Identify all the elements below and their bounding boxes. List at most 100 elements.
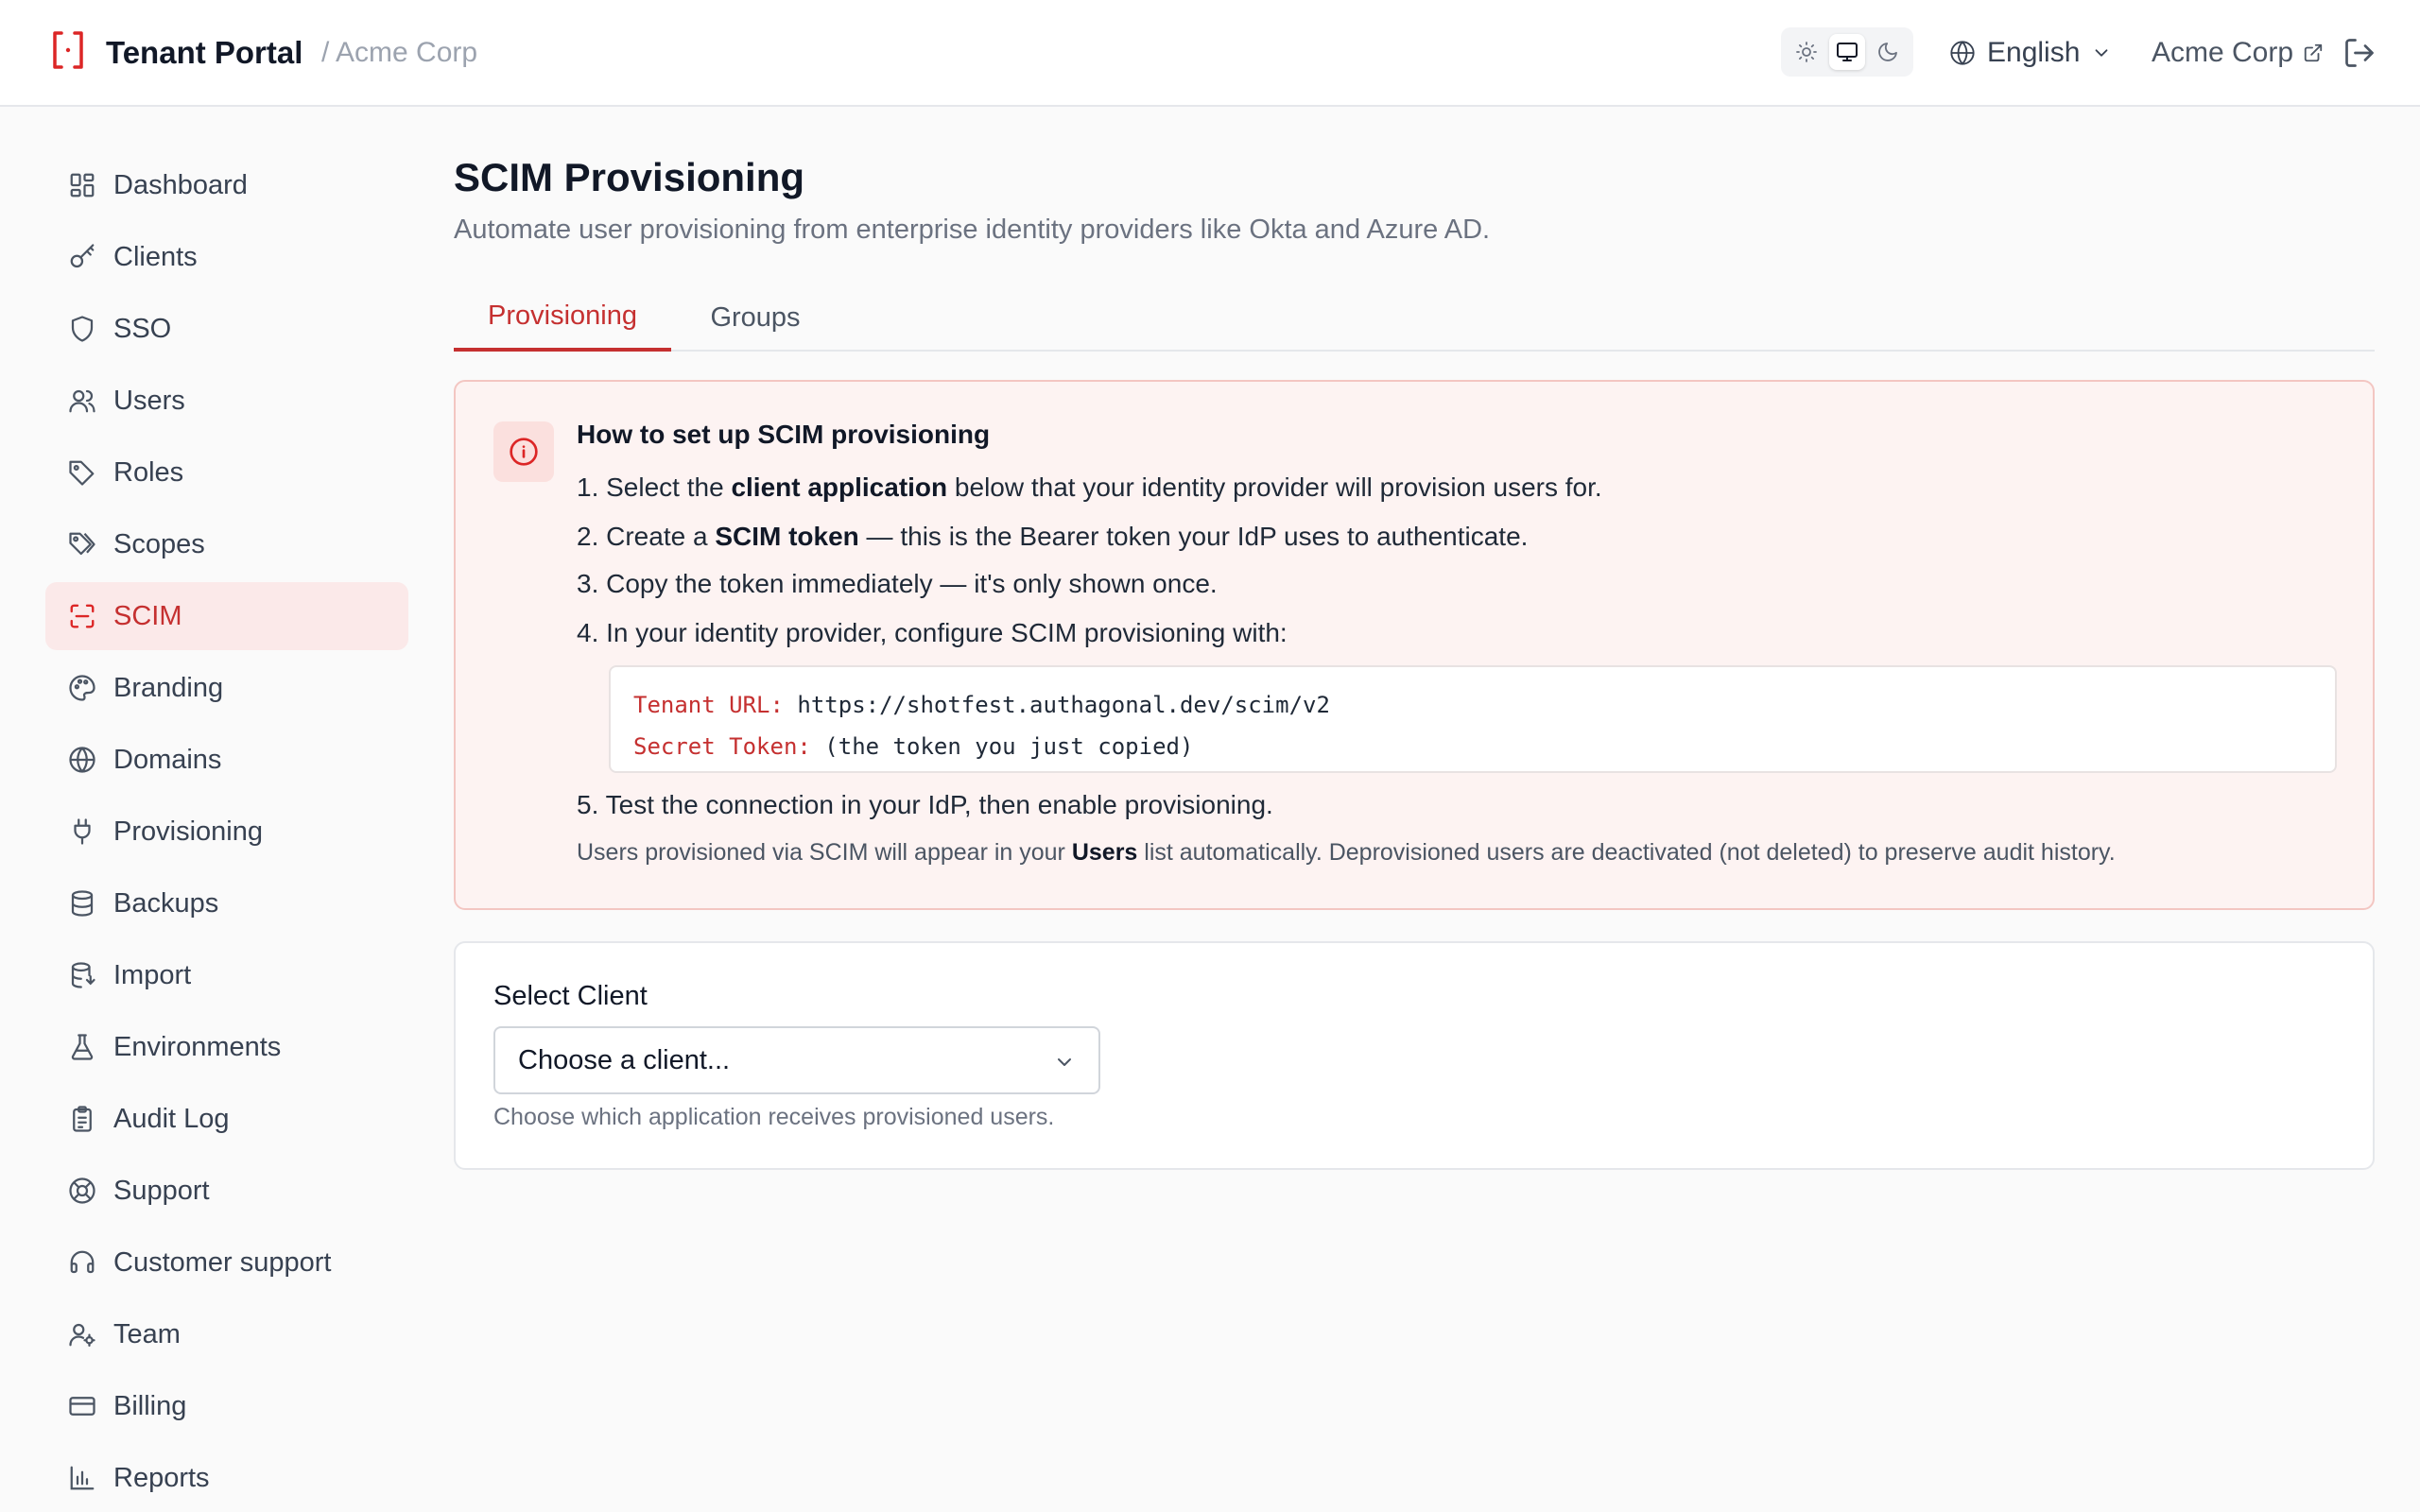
- setup-step-5: 5. Test the connection in your IdP, then…: [577, 790, 1273, 819]
- sidebar-item-domains[interactable]: Domains: [45, 726, 408, 794]
- theme-light-button[interactable]: [1789, 34, 1824, 70]
- page-title: SCIM Provisioning: [454, 155, 805, 199]
- select-client-label: Select Client: [493, 981, 648, 1011]
- sidebar-item-support[interactable]: Support: [45, 1157, 408, 1225]
- scim-setup-info-card: How to set up SCIM provisioning 1. Selec…: [454, 380, 2375, 910]
- language-label: English: [1987, 37, 2081, 68]
- sidebar-item-label: Provisioning: [113, 816, 263, 847]
- tab-groups[interactable]: Groups: [671, 284, 839, 352]
- code-line-secret-token: Secret Token: (the token you just copied…: [633, 726, 2312, 767]
- theme-dark-button[interactable]: [1870, 34, 1906, 70]
- sidebar-item-import[interactable]: Import: [45, 941, 408, 1009]
- step-1-prefix: 1. Select the: [577, 472, 732, 502]
- sidebar-item-billing[interactable]: Billing: [45, 1372, 408, 1440]
- sidebar-item-audit-log[interactable]: Audit Log: [45, 1085, 408, 1153]
- step-1-bold: client application: [731, 472, 948, 502]
- sidebar-item-label: Billing: [113, 1390, 187, 1421]
- page-subtitle: Automate user provisioning from enterpri…: [454, 215, 1491, 245]
- sidebar-nav: Dashboard Clients SSO Users Roles Scopes…: [45, 151, 408, 1512]
- sidebar-item-label: Import: [113, 959, 192, 990]
- code-value-tenant-url[interactable]: https://shotfest.authagonal.dev/scim/v2: [797, 692, 1330, 718]
- sidebar-item-scim[interactable]: SCIM: [45, 582, 408, 650]
- chevron-down-icon: [1058, 1058, 1071, 1066]
- sidebar-item-provisioning[interactable]: Provisioning: [45, 798, 408, 866]
- logout-button[interactable]: [2342, 36, 2377, 70]
- brand-logo-wrap[interactable]: [51, 30, 85, 70]
- sidebar-item-sso[interactable]: SSO: [45, 295, 408, 363]
- flask-icon: [71, 1034, 94, 1060]
- sidebar-item-label: Team: [113, 1318, 181, 1349]
- sidebar-item-label: Customer support: [113, 1246, 332, 1278]
- sidebar-item-users[interactable]: Users: [45, 367, 408, 435]
- logout-icon: [2345, 39, 2374, 67]
- sidebar-item-team[interactable]: Team: [45, 1300, 408, 1368]
- sidebar-item-label: Scopes: [113, 528, 205, 559]
- sidebar-item-reports[interactable]: Reports: [45, 1444, 408, 1512]
- setup-step-1: 1. Select the client application below t…: [577, 472, 1602, 503]
- step-2-prefix: 2. Create a: [577, 522, 716, 551]
- sidebar-item-customer-support[interactable]: Customer support: [45, 1228, 408, 1297]
- database-import-icon: [71, 962, 95, 988]
- sun-icon: [1796, 42, 1818, 62]
- key-icon: [70, 244, 95, 268]
- brand-logo-icon: [53, 31, 83, 69]
- credit-card-icon: [69, 1397, 95, 1416]
- note-suffix: list automatically. Deprovisioned users …: [1137, 839, 2116, 866]
- select-client-card: Select Client Choose a client... Choose …: [454, 941, 2375, 1170]
- sidebar-item-label: Backups: [113, 887, 219, 919]
- language-selector[interactable]: English: [1949, 32, 2112, 74]
- moon-icon: [1877, 43, 1897, 61]
- sidebar-item-label: Branding: [113, 672, 224, 703]
- chevron-down-icon: [2095, 49, 2108, 57]
- headset-icon: [70, 1250, 95, 1274]
- sidebar-item-label: Reports: [113, 1462, 210, 1493]
- tab-bar: Provisioning Groups: [454, 284, 2375, 352]
- sidebar-item-label: Clients: [113, 241, 198, 272]
- monitor-icon: [1836, 43, 1858, 61]
- globe-icon: [69, 747, 95, 773]
- sidebar-item-dashboard[interactable]: Dashboard: [45, 151, 408, 219]
- sidebar-item-backups[interactable]: Backups: [45, 869, 408, 937]
- external-link-icon: [2304, 43, 2323, 62]
- theme-switcher: [1781, 27, 1913, 77]
- code-key-tenant-url: Tenant URL:: [633, 692, 784, 718]
- client-select-dropdown[interactable]: Choose a client...: [493, 1026, 1100, 1094]
- sidebar-item-branding[interactable]: Branding: [45, 654, 408, 722]
- sidebar-item-label: Audit Log: [113, 1103, 230, 1134]
- sidebar-item-label: SSO: [113, 313, 172, 344]
- sidebar-item-scopes[interactable]: Scopes: [45, 510, 408, 578]
- tenant-breadcrumb[interactable]: / Acme Corp: [321, 37, 477, 69]
- shield-icon: [71, 316, 94, 342]
- sidebar-item-label: SCIM: [113, 600, 182, 631]
- provisioning-note: Users provisioned via SCIM will appear i…: [577, 839, 2116, 867]
- theme-system-button[interactable]: [1828, 34, 1865, 70]
- step-2-suffix: — this is the Bearer token your IdP uses…: [858, 522, 1529, 551]
- client-select-value: Choose a client...: [518, 1044, 731, 1075]
- note-bold: Users: [1071, 839, 1138, 866]
- tag-icon: [69, 460, 95, 486]
- sidebar-item-label: Roles: [113, 456, 184, 488]
- sidebar-item-label: Support: [113, 1175, 210, 1206]
- top-header: Tenant Portal / Acme Corp English Acme C…: [0, 0, 2420, 107]
- tab-provisioning[interactable]: Provisioning: [454, 284, 671, 352]
- setup-step-3: 3. Copy the token immediately — it's onl…: [577, 569, 1218, 598]
- scan-icon: [70, 604, 95, 628]
- sidebar-item-environments[interactable]: Environments: [45, 1013, 408, 1081]
- globe-icon: [1950, 41, 1975, 65]
- note-prefix: Users provisioned via SCIM will appear i…: [577, 839, 1072, 866]
- code-line-tenant-url: Tenant URL: https://shotfest.authagonal.…: [633, 684, 2312, 726]
- sidebar-item-clients[interactable]: Clients: [45, 223, 408, 291]
- scim-config-code-block[interactable]: Tenant URL: https://shotfest.authagonal.…: [609, 665, 2337, 773]
- info-icon-badge: [493, 421, 554, 482]
- info-icon: [510, 438, 538, 466]
- lifebuoy-icon: [69, 1177, 95, 1204]
- sidebar-item-label: Dashboard: [113, 169, 248, 200]
- org-external-link[interactable]: Acme Corp: [2152, 32, 2324, 74]
- bar-chart-icon: [70, 1466, 95, 1490]
- step-1-suffix: below that your identity provider will p…: [947, 472, 1602, 502]
- step-2-bold: SCIM token: [715, 522, 859, 551]
- sidebar-item-label: Domains: [113, 744, 222, 775]
- setup-step-2: 2. Create a SCIM token — this is the Bea…: [577, 522, 1528, 552]
- org-link-label: Acme Corp: [2152, 37, 2294, 68]
- sidebar-item-roles[interactable]: Roles: [45, 438, 408, 507]
